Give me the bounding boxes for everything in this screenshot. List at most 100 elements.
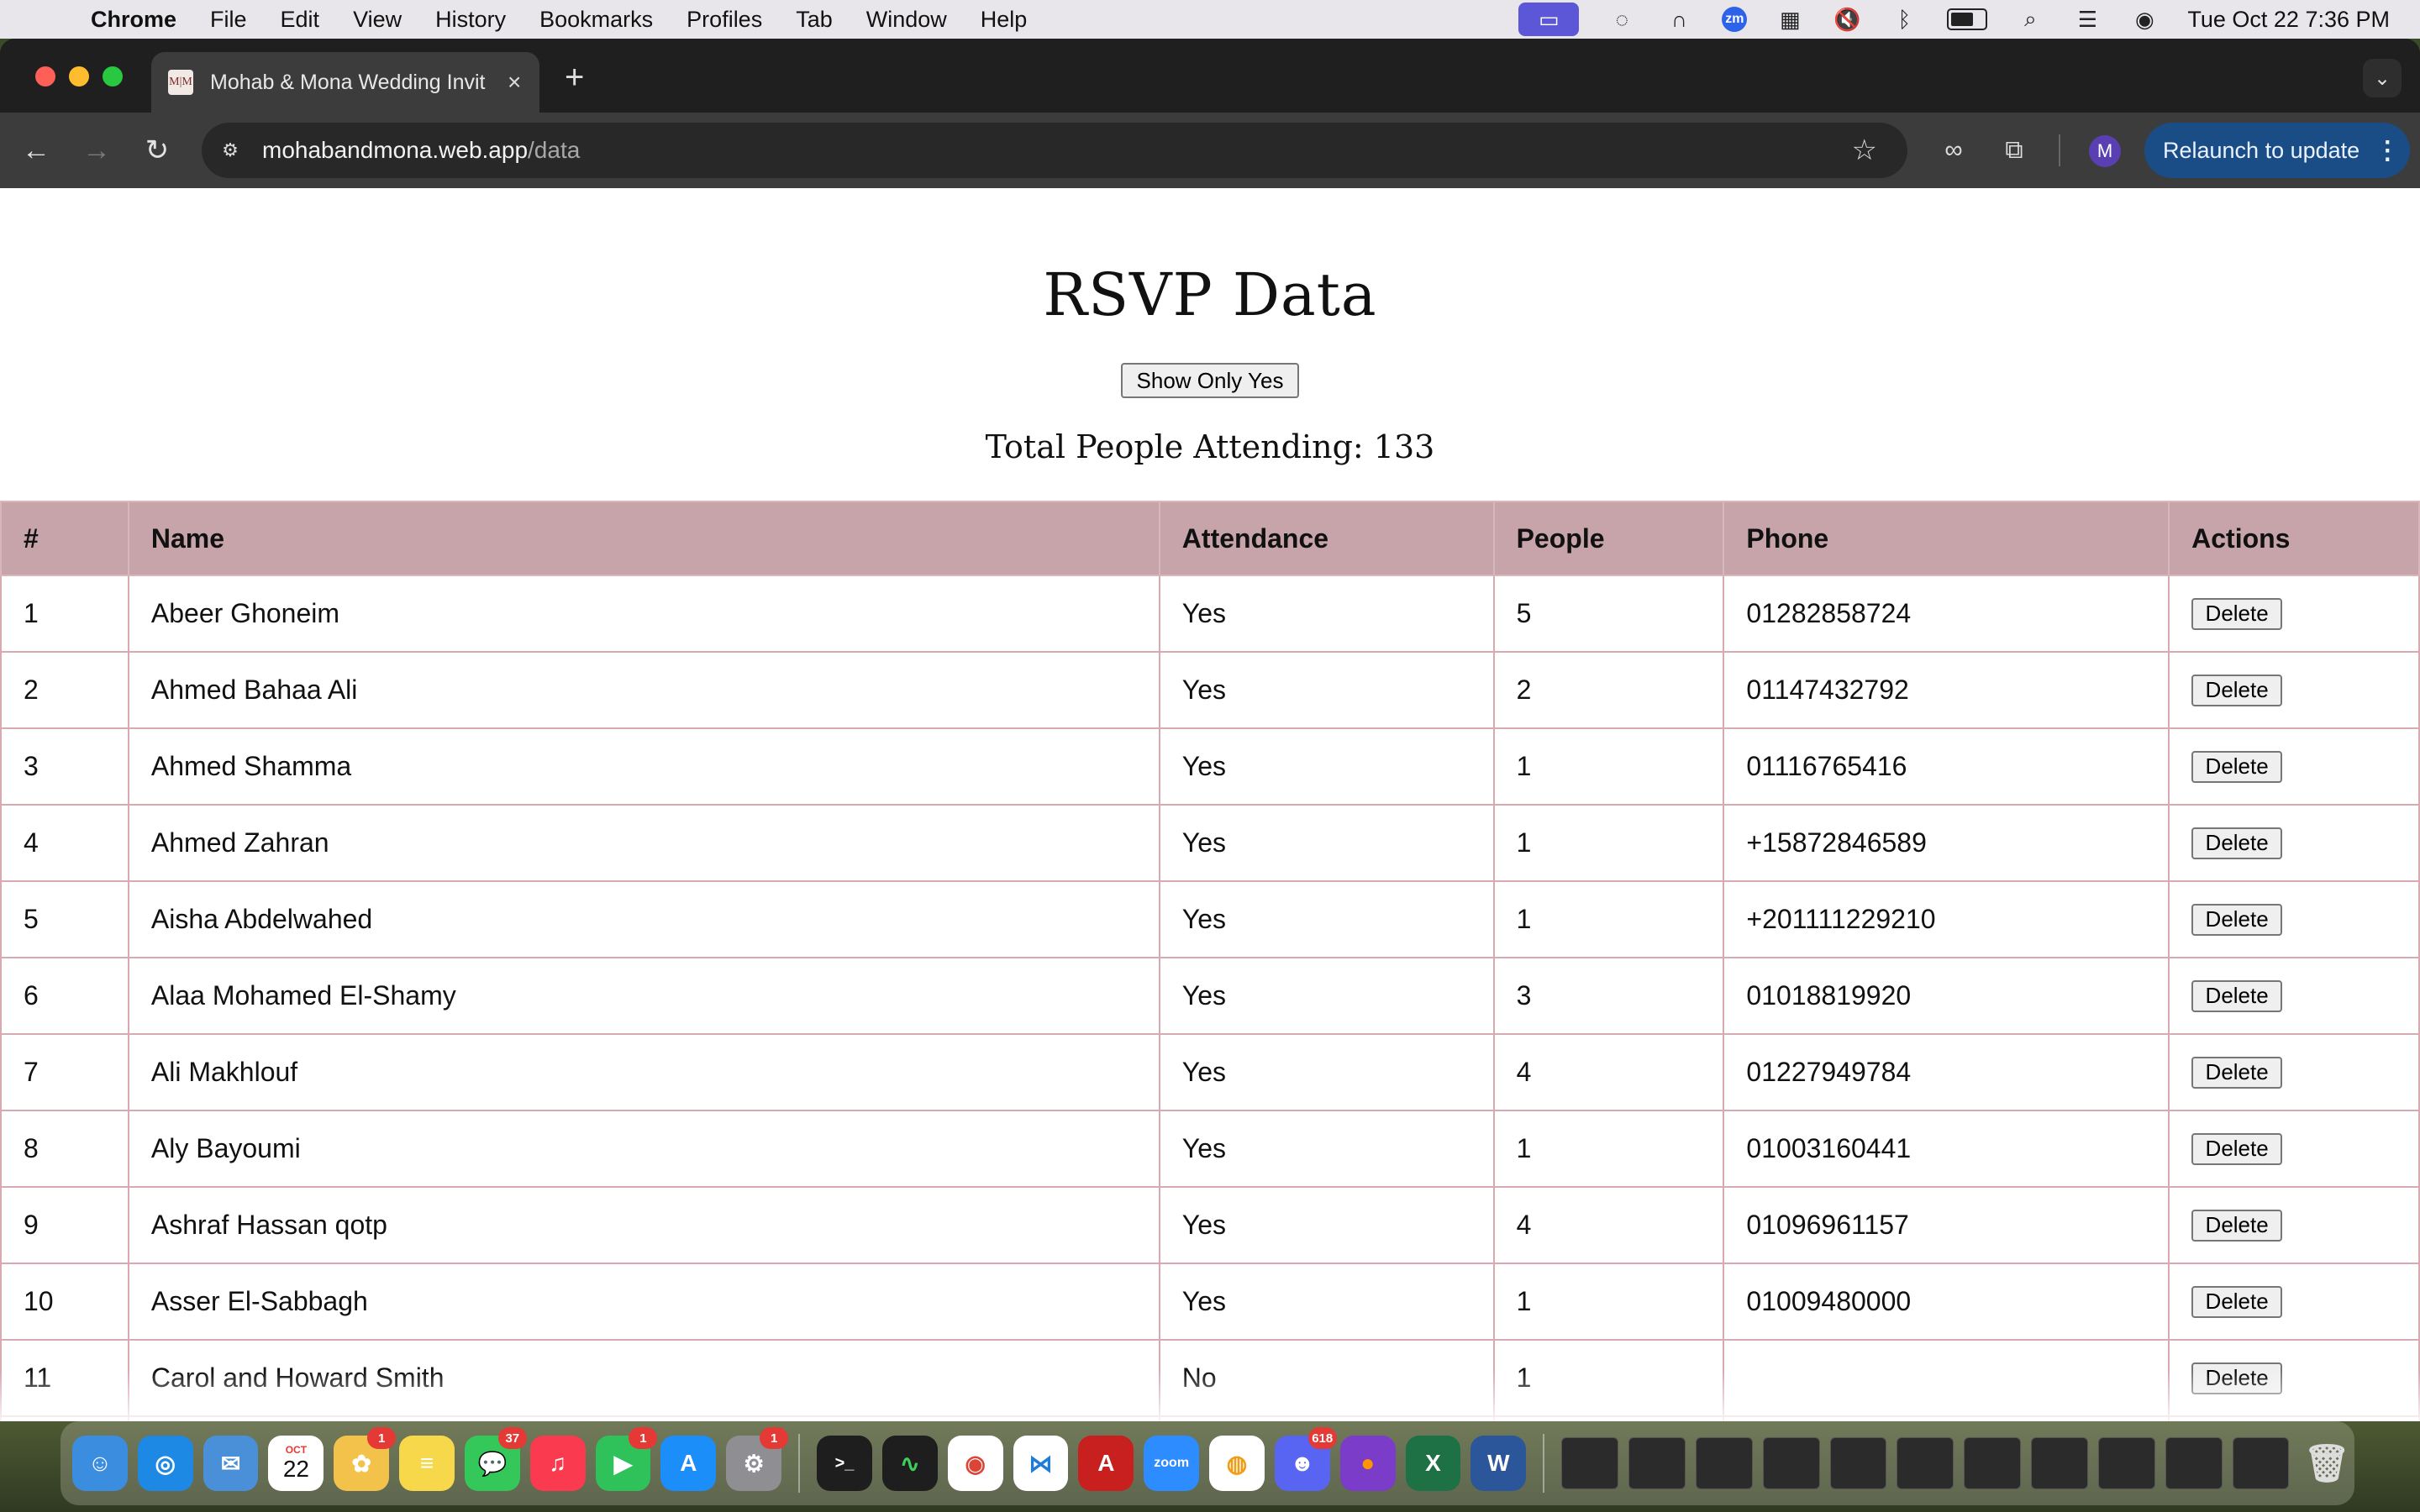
minimized-window-thumbnail[interactable] <box>1695 1437 1753 1489</box>
menu-edit[interactable]: Edit <box>281 7 320 33</box>
delete-button[interactable]: Delete <box>2191 750 2283 783</box>
menu-help[interactable]: Help <box>981 7 1028 33</box>
appstore-icon[interactable]: A <box>660 1436 717 1491</box>
tab-title: Mohab & Mona Wedding Invit <box>210 70 486 94</box>
row-attendance: Yes <box>1158 575 1495 653</box>
address-bar[interactable]: ⚙ mohabandmona.web.app/data ☆ <box>202 123 1907 178</box>
minimized-window-thumbnail[interactable] <box>2031 1437 2088 1489</box>
delete-button[interactable]: Delete <box>2191 827 2283 859</box>
row-actions: Delete <box>2168 1110 2420 1188</box>
delete-button[interactable]: Delete <box>2191 674 2283 706</box>
menu-profiles[interactable]: Profiles <box>687 7 762 33</box>
tab-strip: M|M Mohab & Mona Wedding Invit × + ⌄ <box>0 39 2420 113</box>
delete-button[interactable]: Delete <box>2191 1209 2283 1242</box>
row-name: Ali Makhlouf <box>127 1033 1160 1111</box>
mute-icon[interactable]: 🔇 <box>1833 7 1861 32</box>
menu-window[interactable]: Window <box>866 7 947 33</box>
forward-arrow-icon[interactable]: → <box>79 133 114 168</box>
delete-button[interactable]: Delete <box>2191 597 2283 630</box>
vscode-icon[interactable]: ⋈ <box>1013 1436 1069 1491</box>
menu-history[interactable]: History <box>435 7 506 33</box>
show-only-yes-button[interactable]: Show Only Yes <box>1121 363 1299 398</box>
rsvp-table: # Name Attendance People Phone Actions 1… <box>0 501 2420 1421</box>
bluetooth-icon[interactable]: ᛒ <box>1890 7 1918 32</box>
close-tab-icon[interactable]: × <box>508 69 521 96</box>
trash-icon[interactable]: 🗑 <box>2299 1436 2354 1491</box>
more-menu-icon[interactable]: ⋮ <box>2375 136 2400 165</box>
menu-file[interactable]: File <box>210 7 247 33</box>
headphones-icon[interactable]: ∩ <box>1665 7 1693 32</box>
menu-tab[interactable]: Tab <box>796 7 833 33</box>
activity-icon[interactable]: ∿ <box>881 1436 938 1491</box>
minimized-window-thumbnail[interactable] <box>1628 1437 1686 1489</box>
mail-icon[interactable]: ✉ <box>203 1436 259 1491</box>
safari-icon[interactable]: ◎ <box>137 1436 193 1491</box>
settings-icon[interactable]: ⚙ 1 <box>726 1427 789 1491</box>
terminal-icon[interactable]: >_ <box>817 1436 872 1491</box>
relaunch-to-update-button[interactable]: Relaunch to update ⋮ <box>2144 123 2410 178</box>
reload-icon[interactable]: ↻ <box>139 133 175 168</box>
minimized-window-thumbnail[interactable] <box>1561 1437 1619 1489</box>
delete-button[interactable]: Delete <box>2191 1362 2283 1394</box>
new-tab-icon[interactable]: + <box>565 59 584 97</box>
delete-button[interactable]: Delete <box>2191 1285 2283 1318</box>
minimized-window-thumbnail[interactable] <box>1897 1437 1954 1489</box>
discord-icon[interactable]: ☻ 618 <box>1274 1427 1337 1491</box>
menu-view[interactable]: View <box>353 7 402 33</box>
vpn-icon[interactable]: ▦ <box>1776 7 1804 32</box>
menu-app-name[interactable]: Chrome <box>91 7 176 33</box>
url-path: /data <box>528 137 581 163</box>
minimized-window-thumbnail[interactable] <box>2097 1437 2155 1489</box>
acrobat-icon[interactable]: A <box>1078 1436 1134 1491</box>
loading-icon[interactable]: ◌ <box>1607 7 1636 32</box>
tab-active[interactable]: M|M Mohab & Mona Wedding Invit × <box>151 52 539 113</box>
menu-bookmarks[interactable]: Bookmarks <box>539 7 653 33</box>
site-settings-icon[interactable]: ⚙ <box>217 137 244 164</box>
music-icon[interactable]: ♫ <box>529 1436 586 1491</box>
word-icon[interactable]: W <box>1470 1436 1527 1491</box>
row-number: 4 <box>0 804 129 882</box>
messages-icon[interactable]: 💬 37 <box>464 1427 527 1491</box>
calendar-icon[interactable]: OCT 22 <box>268 1436 324 1491</box>
row-phone: +15872846589 <box>1723 804 2170 882</box>
firefox-icon[interactable]: ● <box>1339 1436 1396 1491</box>
chrome-icon[interactable]: ◉ <box>947 1436 1003 1491</box>
delete-button[interactable]: Delete <box>2191 1132 2283 1165</box>
facetime-icon[interactable]: ▶ 1 <box>595 1427 658 1491</box>
minimized-window-thumbnail[interactable] <box>2165 1437 2223 1489</box>
minimized-window-thumbnail[interactable] <box>1964 1437 2022 1489</box>
photos-icon[interactable]: ✿ 1 <box>334 1427 397 1491</box>
calendar-day: 22 <box>282 1456 309 1482</box>
bookmark-star-icon[interactable]: ☆ <box>1852 134 1877 167</box>
extension-infinity-icon[interactable]: ∞ <box>1934 131 1973 170</box>
col-header-actions: Actions <box>2168 501 2420 576</box>
close-window-button[interactable] <box>35 66 55 87</box>
row-number: 8 <box>0 1110 129 1188</box>
minimized-window-thumbnail[interactable] <box>1829 1437 1887 1489</box>
tab-search-chevron-icon[interactable]: ⌄ <box>2363 59 2402 97</box>
podcast-icon[interactable]: ◍ <box>1209 1436 1265 1491</box>
photos-badge: 1 <box>367 1427 397 1449</box>
extensions-puzzle-icon[interactable]: ⧉ <box>1995 131 2033 170</box>
minimize-window-button[interactable] <box>69 66 89 87</box>
finder-icon[interactable]: ☺ <box>72 1436 128 1491</box>
notes-icon[interactable]: ≡ <box>399 1436 455 1491</box>
minimized-window-thumbnail[interactable] <box>1762 1437 1820 1489</box>
profile-avatar[interactable]: M <box>2089 135 2121 167</box>
siri-icon[interactable]: ◉ <box>2130 7 2159 32</box>
delete-button[interactable]: Delete <box>2191 979 2283 1012</box>
delete-button[interactable]: Delete <box>2191 1056 2283 1089</box>
excel-icon[interactable]: X <box>1405 1436 1461 1491</box>
battery-icon[interactable] <box>1947 8 1988 30</box>
control-center-icon[interactable]: ☰ <box>2073 7 2102 32</box>
delete-button[interactable]: Delete <box>2191 903 2283 936</box>
menu-clock[interactable]: Tue Oct 22 7:36 PM <box>2187 7 2390 33</box>
zoom-icon[interactable]: zoom <box>1144 1436 1200 1491</box>
screen-share-icon[interactable]: ▭ <box>1518 3 1580 36</box>
zoom-status-icon[interactable]: zm <box>1722 7 1748 32</box>
spotlight-search-icon[interactable]: ⌕ <box>2016 6 2044 32</box>
back-arrow-icon[interactable]: ← <box>18 133 54 168</box>
fullscreen-window-button[interactable] <box>103 66 123 87</box>
minimized-window-thumbnail[interactable] <box>2232 1437 2290 1489</box>
total-attending: Total People Attending: 133 <box>985 428 1435 465</box>
